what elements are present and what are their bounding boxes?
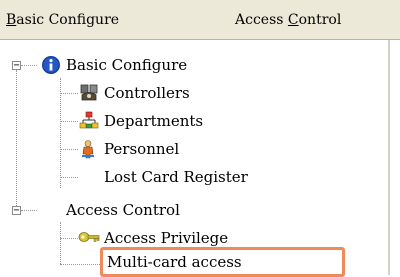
tree-node-lost-card-register[interactable]: Lost Card Register — [104, 167, 248, 187]
tree-node-personnel[interactable]: Personnel — [104, 139, 179, 159]
tree-node-access-control[interactable]: Access Control — [66, 200, 180, 220]
expander-access-control[interactable]: − — [12, 206, 21, 216]
menu-access-control-label: ontrol — [298, 12, 342, 28]
menu-basic-configure[interactable]: Basic Configure — [6, 10, 119, 30]
menu-basic-configure-label: asic Configure — [16, 12, 120, 28]
tree-connector — [60, 264, 100, 265]
tree-connector — [60, 121, 78, 122]
expander-basic-configure[interactable]: − — [12, 61, 21, 71]
personnel-icon — [79, 139, 99, 163]
tree-node-multi-card-access[interactable]: Multi-card access — [107, 252, 242, 272]
tree-connector — [60, 238, 78, 239]
tree-connector-access — [60, 222, 61, 264]
tree-node-access-privilege[interactable]: Access Privilege — [104, 228, 228, 248]
menu-access-control[interactable]: Access Control — [235, 10, 341, 30]
tree-connector-root — [16, 70, 17, 212]
tree-connector-basic — [60, 78, 61, 188]
menu-bar: Basic Configure Access Control — [0, 0, 400, 40]
info-icon — [41, 55, 61, 79]
tree-connector — [21, 65, 37, 66]
navigation-tree: − Basic Configure Controllers Department… — [0, 40, 390, 277]
tree-connector — [60, 177, 78, 178]
tree-connector — [60, 93, 78, 94]
tree-connector — [21, 210, 37, 211]
menu-basic-configure-mnemonic: B — [6, 12, 17, 28]
menu-access-control-label-prefix: Access — [235, 12, 288, 28]
controllers-icon — [79, 83, 99, 107]
tree-node-controllers[interactable]: Controllers — [104, 83, 190, 103]
key-icon — [78, 227, 100, 251]
tree-node-basic-configure[interactable]: Basic Configure — [66, 55, 187, 75]
departments-icon — [79, 111, 99, 135]
tree-connector — [60, 149, 78, 150]
menu-access-control-mnemonic: C — [287, 12, 299, 28]
tree-node-departments[interactable]: Departments — [104, 111, 203, 131]
